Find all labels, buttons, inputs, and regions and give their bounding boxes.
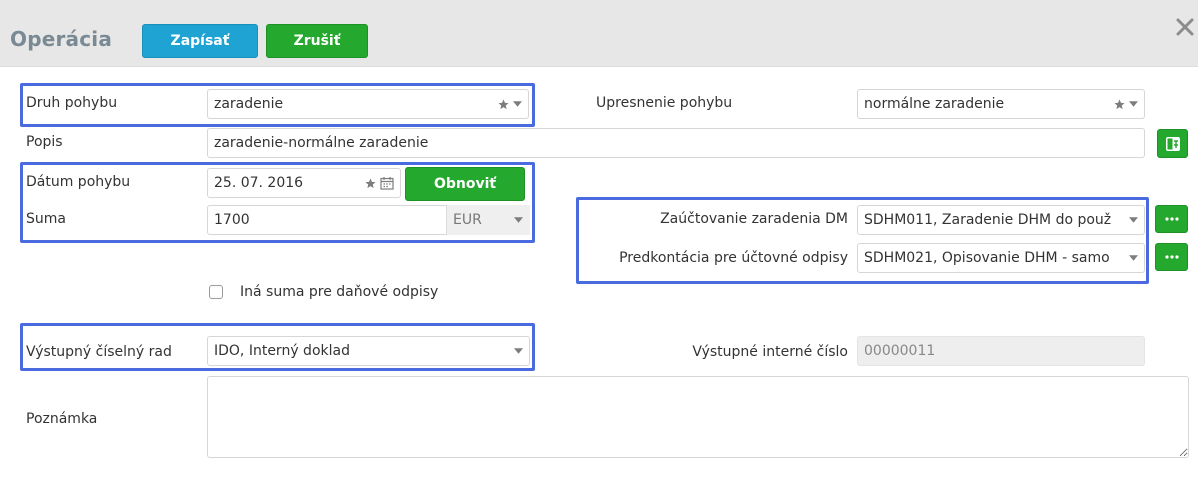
chevron-down-icon[interactable] xyxy=(513,101,522,107)
popis-value: zaradenie-normálne zaradenie xyxy=(214,135,429,151)
ina-suma-label[interactable]: Iná suma pre daňové odpisy xyxy=(240,284,438,300)
currency-value: EUR xyxy=(453,212,482,228)
upresnenie-pohybu-select[interactable]: normálne zaradenie xyxy=(857,89,1145,119)
chevron-down-icon xyxy=(514,217,523,223)
more-icon xyxy=(1164,255,1179,259)
star-icon[interactable] xyxy=(1114,98,1125,110)
close-icon[interactable] xyxy=(1174,16,1196,38)
vystupny-rad-value: IDO, Interný doklad xyxy=(214,343,350,359)
popis-input[interactable]: zaradenie-normálne zaradenie xyxy=(207,128,1145,158)
dialog-header: Operácia Zapísať Zrušiť xyxy=(0,0,1198,67)
star-icon[interactable] xyxy=(498,98,509,110)
ina-suma-checkbox[interactable] xyxy=(209,285,223,299)
star-icon[interactable] xyxy=(365,177,376,189)
chevron-down-icon[interactable] xyxy=(1129,217,1138,223)
zauctovanie-more-button[interactable] xyxy=(1155,205,1188,233)
upresnenie-pohybu-label: Upresnenie pohybu xyxy=(596,95,733,111)
predkontacia-value: SDHM021, Opisovanie DHM - samo xyxy=(864,250,1110,266)
zauctovanie-select[interactable]: SDHM011, Zaradenie DHM do použ xyxy=(857,205,1145,235)
operation-dialog: Operácia Zapísať Zrušiť Druh pohybu zara… xyxy=(0,0,1198,498)
datum-pohybu-label: Dátum pohybu xyxy=(26,174,131,190)
druh-pohybu-select[interactable]: zaradenie xyxy=(207,89,529,119)
book-translate-icon xyxy=(1165,136,1180,151)
druh-pohybu-label: Druh pohybu xyxy=(26,95,118,111)
vystupne-cislo-field: 00000011 xyxy=(857,336,1145,366)
predkontacia-more-button[interactable] xyxy=(1155,243,1188,271)
predkontacia-select[interactable]: SDHM021, Opisovanie DHM - samo xyxy=(857,243,1145,273)
more-icon xyxy=(1164,217,1179,221)
vystupny-rad-select[interactable]: IDO, Interný doklad xyxy=(207,336,530,366)
zauctovanie-label: Zaúčtovanie zaradenia DM xyxy=(660,211,848,227)
poznamka-label: Poznámka xyxy=(26,411,98,427)
dialog-title: Operácia xyxy=(10,27,113,51)
chevron-down-icon[interactable] xyxy=(514,348,523,354)
zauctovanie-value: SDHM011, Zaradenie DHM do použ xyxy=(864,212,1112,228)
suma-label: Suma xyxy=(26,211,66,227)
vystupny-rad-label: Výstupný číselný rad xyxy=(26,344,172,360)
popis-label: Popis xyxy=(26,134,63,150)
datum-pohybu-input[interactable]: 25. 07. 2016 xyxy=(207,168,401,198)
druh-pohybu-value: zaradenie xyxy=(214,96,284,112)
currency-select[interactable]: EUR xyxy=(446,205,530,235)
chevron-down-icon[interactable] xyxy=(1129,101,1138,107)
upresnenie-pohybu-value: normálne zaradenie xyxy=(864,96,1005,112)
vystupne-cislo-value: 00000011 xyxy=(864,343,936,359)
obnovit-button[interactable]: Obnoviť xyxy=(405,167,525,201)
save-button[interactable]: Zapísať xyxy=(142,24,258,58)
chevron-down-icon[interactable] xyxy=(1129,255,1138,261)
calendar-icon[interactable] xyxy=(380,176,394,190)
vystupne-cislo-label: Výstupné interné číslo xyxy=(692,344,848,360)
predkontacia-label: Predkontácia pre účtovné odpisy xyxy=(619,250,848,266)
cancel-button[interactable]: Zrušiť xyxy=(266,24,368,58)
translate-button[interactable] xyxy=(1157,129,1188,158)
poznamka-textarea[interactable] xyxy=(207,376,1189,458)
